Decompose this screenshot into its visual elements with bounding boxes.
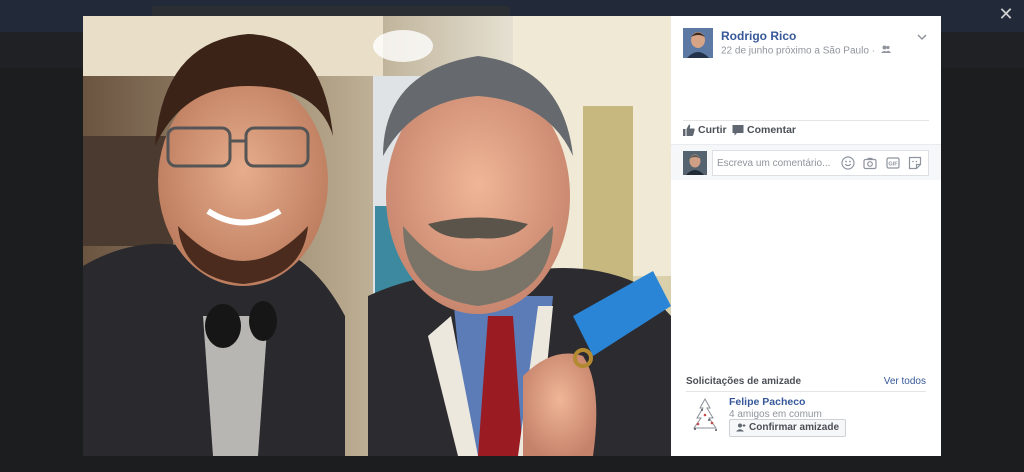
photo-stage[interactable] (83, 16, 671, 456)
comment-tools: GIF (837, 156, 922, 170)
like-label: Curtir (698, 124, 727, 136)
svg-text:GIF: GIF (888, 162, 898, 168)
comment-button[interactable]: Comentar (732, 124, 796, 136)
chevron-down-icon[interactable] (915, 30, 929, 42)
add-friend-icon (736, 423, 746, 432)
gif-icon[interactable]: GIF (885, 156, 900, 170)
post-header: Rodrigo Rico 22 de junho próximo a São P… (683, 28, 929, 60)
emoji-icon[interactable] (841, 156, 855, 170)
post-info-panel: Rodrigo Rico 22 de junho próximo a São P… (671, 16, 941, 456)
close-icon[interactable]: ✕ (996, 4, 1016, 24)
camera-icon[interactable] (863, 156, 877, 170)
comment-icon (732, 125, 744, 136)
thumbs-up-icon (683, 124, 695, 137)
friend-requests-header: Solicitações de amizade Ver todos (686, 376, 926, 390)
divider (683, 120, 929, 121)
comment-placeholder: Escreva um comentário... (717, 158, 831, 169)
photo-image (83, 16, 671, 456)
friend-request-avatar[interactable] (686, 396, 724, 434)
post-meta: 22 de junho próximo a São Paulo · (721, 45, 891, 57)
confirm-friend-button[interactable]: Confirmar amizade (729, 419, 847, 437)
author-avatar[interactable] (683, 28, 713, 58)
friends-icon[interactable] (880, 45, 891, 57)
divider (686, 391, 926, 392)
background-bottom (0, 456, 1024, 472)
author-name[interactable]: Rodrigo Rico (721, 29, 796, 43)
comment-label: Comentar (747, 124, 797, 136)
see-all-link[interactable]: Ver todos (884, 376, 926, 387)
like-button[interactable]: Curtir (683, 124, 727, 137)
comment-input[interactable]: Escreva um comentário... GIF (712, 150, 929, 176)
friend-requests-title: Solicitações de amizade (686, 376, 802, 387)
confirm-friend-label: Confirmar amizade (749, 422, 840, 433)
viewer-avatar (683, 151, 707, 175)
sticker-icon[interactable] (908, 156, 922, 170)
post-date-location[interactable]: 22 de junho próximo a São Paulo · (721, 46, 875, 57)
friend-request-name[interactable]: Felipe Pacheco (729, 396, 805, 408)
comment-composer: Escreva um comentário... GIF (671, 144, 941, 180)
